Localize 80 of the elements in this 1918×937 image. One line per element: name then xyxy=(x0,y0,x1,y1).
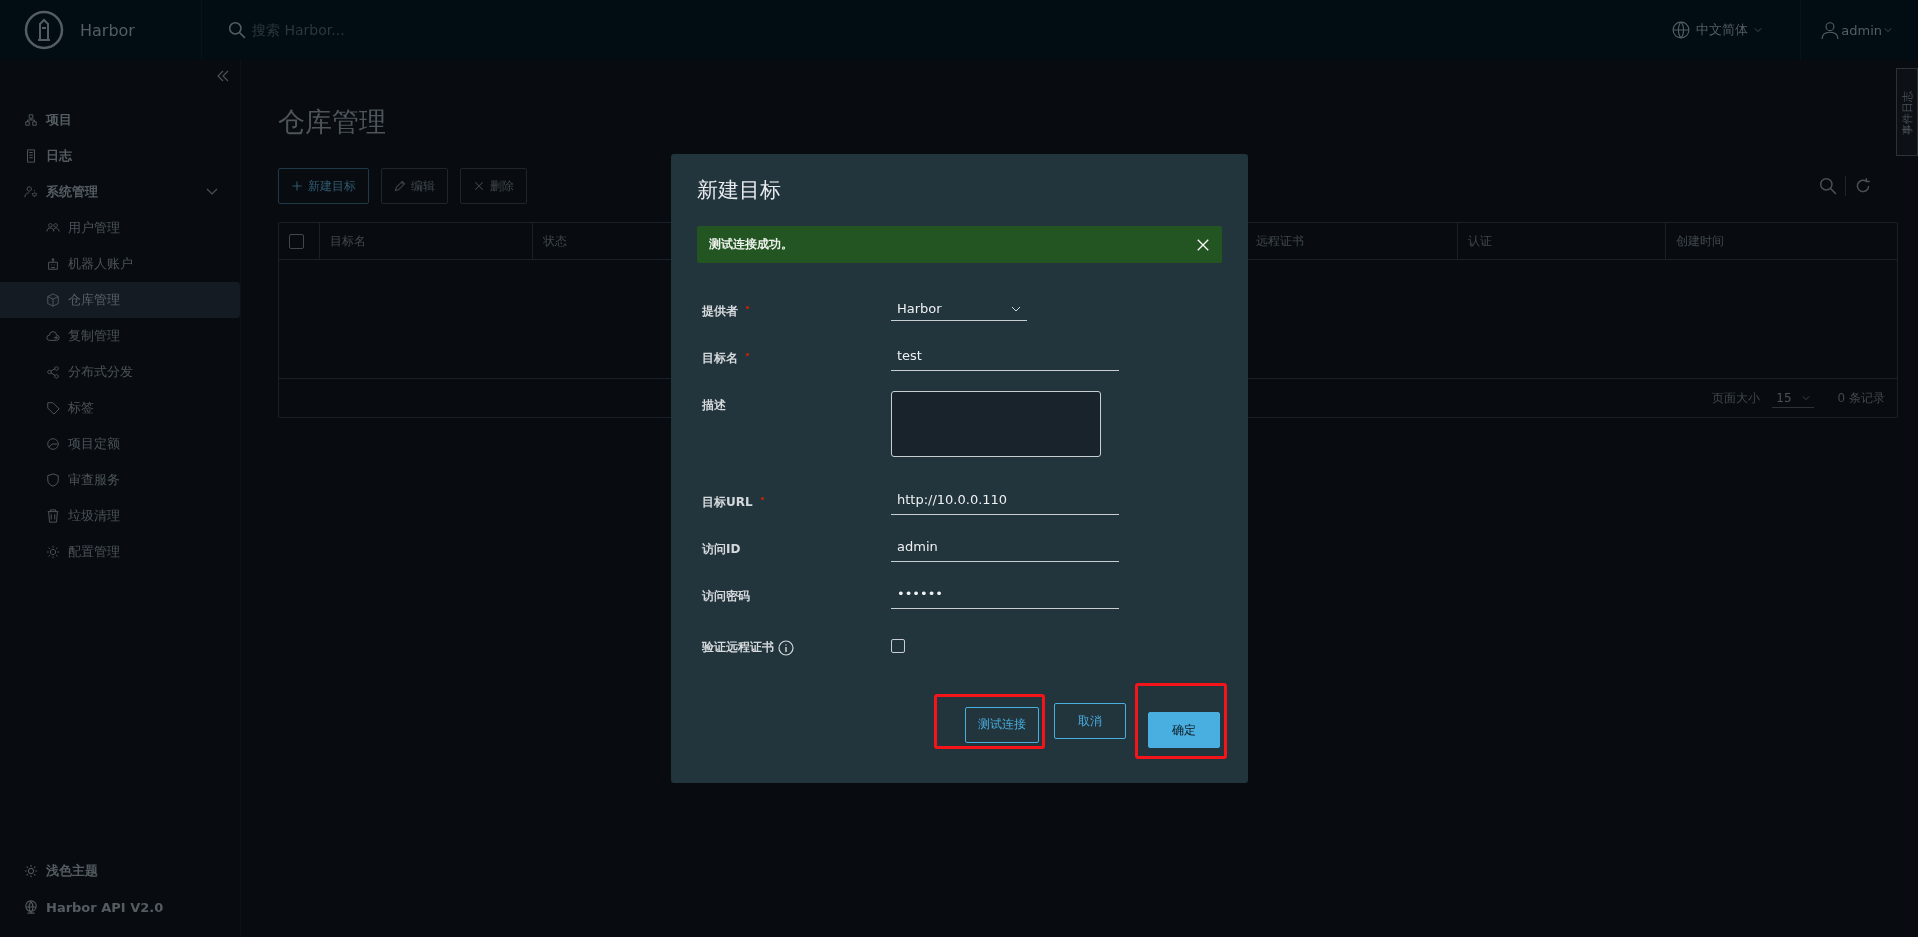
alert-message: 测试连接成功。 xyxy=(709,236,793,253)
field-label: 访问ID xyxy=(702,541,741,558)
shield-icon xyxy=(46,473,60,487)
info-icon[interactable] xyxy=(778,639,794,656)
column-header[interactable]: 状态 xyxy=(543,232,567,250)
sidebar-footer-item[interactable]: 浅色主题 xyxy=(0,853,240,889)
cloud-icon xyxy=(46,329,60,343)
language-menu[interactable]: 中文简体 xyxy=(1652,0,1802,60)
sidebar-footer-item[interactable]: Harbor API V2.0 xyxy=(0,889,240,925)
required-mark-icon xyxy=(746,353,749,356)
search-icon[interactable] xyxy=(1819,177,1837,195)
field-label: 目标名 xyxy=(702,350,738,367)
search-icon[interactable] xyxy=(228,21,246,39)
input-field[interactable]: http://10.0.0.110 xyxy=(891,488,1119,515)
field-label: 访问密码 xyxy=(702,588,750,605)
sidebar-item[interactable]: 系统管理 xyxy=(0,174,240,210)
globe-icon xyxy=(24,900,38,914)
sidebar-item[interactable]: 标签 xyxy=(0,390,240,426)
chevron-icon[interactable] xyxy=(206,188,218,196)
sidebar-item[interactable]: 复制管理 xyxy=(0,318,240,354)
close-icon[interactable] xyxy=(1196,237,1210,252)
sidebar-item[interactable]: 配置管理 xyxy=(0,534,240,570)
user-menu[interactable]: admin xyxy=(1801,0,1918,60)
sidebar-item[interactable]: 垃圾清理 xyxy=(0,498,240,534)
caret-icon xyxy=(1754,27,1763,33)
side-tab[interactable]: 事件日志 xyxy=(1896,68,1918,156)
record-count: 0 条记录 xyxy=(1837,389,1885,407)
field-label: 描述 xyxy=(702,397,726,414)
input-field[interactable]: test xyxy=(891,344,1119,371)
caret-icon xyxy=(1884,27,1892,33)
field-label: 验证远程证书 xyxy=(702,639,774,656)
sitemap-icon xyxy=(24,113,38,127)
sidebar-item[interactable]: 仓库管理 xyxy=(0,282,240,318)
sidebar-item[interactable]: 机器人账户 xyxy=(0,246,240,282)
refresh-icon[interactable] xyxy=(1854,177,1872,195)
gauge-icon xyxy=(46,437,60,451)
sidebar-item[interactable]: 用户管理 xyxy=(0,210,240,246)
robot-icon xyxy=(46,257,60,271)
select-all-checkbox[interactable] xyxy=(289,233,304,249)
description-field[interactable] xyxy=(891,391,1101,457)
input-field[interactable]: •••••• xyxy=(891,582,1119,609)
dialog-button[interactable]: 取消 xyxy=(1054,703,1126,739)
dialog-title: 新建目标 xyxy=(697,177,781,204)
document-icon xyxy=(24,149,38,163)
caret-icon xyxy=(1011,305,1021,312)
dialog-button[interactable]: 确定 xyxy=(1148,712,1220,748)
globe-icon xyxy=(1672,21,1691,39)
required-mark-icon xyxy=(760,497,764,500)
tag-icon xyxy=(46,401,60,415)
pencil-icon xyxy=(394,180,406,192)
sidebar-item[interactable]: 项目 xyxy=(0,102,240,138)
field-label: 目标URL xyxy=(702,494,753,511)
sidebar-item[interactable]: 审查服务 xyxy=(0,462,240,498)
plus-icon xyxy=(291,180,303,192)
column-header[interactable]: 认证 xyxy=(1468,232,1492,250)
trash-icon xyxy=(46,509,60,523)
brand-name[interactable]: Harbor xyxy=(80,20,135,40)
required-mark-icon xyxy=(746,306,749,309)
sidebar-item[interactable]: 日志 xyxy=(0,138,240,174)
page-size-label: 页面大小 xyxy=(1712,389,1761,407)
user-gear-icon xyxy=(24,185,38,199)
lighthouse-logo-icon[interactable] xyxy=(24,10,64,50)
share-icon xyxy=(46,365,60,379)
cube-icon xyxy=(46,293,60,307)
close-icon xyxy=(473,180,485,192)
sidebar-item[interactable]: 项目定额 xyxy=(0,426,240,462)
page-size-select[interactable]: 15 xyxy=(1772,388,1814,408)
provider-select[interactable]: Harbor xyxy=(891,297,1027,321)
user-icon xyxy=(1821,21,1840,39)
page-title: 仓库管理 xyxy=(278,105,387,139)
toolbar-button[interactable]: 新建目标 xyxy=(278,168,369,204)
dialog-button[interactable]: 测试连接 xyxy=(965,706,1039,743)
collapse-icon[interactable] xyxy=(216,70,230,82)
users-icon xyxy=(46,221,60,235)
field-label: 提供者 xyxy=(702,303,738,320)
caret-icon xyxy=(1801,394,1810,401)
checkbox[interactable] xyxy=(891,639,905,653)
sun-icon xyxy=(24,864,38,878)
sidebar-item[interactable]: 分布式分发 xyxy=(0,354,240,390)
input-field[interactable]: admin xyxy=(891,535,1119,562)
